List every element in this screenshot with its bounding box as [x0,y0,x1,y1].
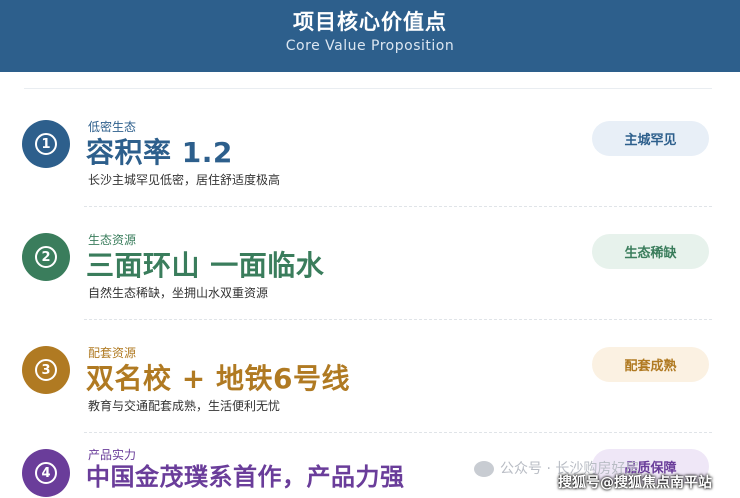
watermark-source: 搜狐号@搜狐焦点南平站 [558,475,712,491]
item-title: 双名校 + 地铁6号线 [86,362,350,395]
item-title: 中国金茂璞系首作，产品力强 [86,463,405,491]
wechat-icon [474,461,494,477]
item-description: 长沙主城罕见低密，居住舒适度极高 [88,173,281,187]
item-title: 容积率 1.2 [86,136,233,169]
status-pill: 主城罕见 [592,121,709,156]
value-item-3: 3 配套资源 双名校 + 地铁6号线 教育与交通配套成熟，生活便利无忧 配套成熟 [0,322,740,435]
value-item-1: 1 低密生态 容积率 1.2 长沙主城罕见低密，居住舒适度极高 主城罕见 [0,96,740,209]
item-description: 教育与交通配套成熟，生活便利无忧 [88,399,281,413]
status-pill: 生态稀缺 [592,234,709,269]
page-subtitle: Core Value Proposition [285,38,455,54]
divider [84,206,712,207]
number-badge-1: 1 [22,120,70,168]
item-description: 自然生态稀缺，坐拥山水双重资源 [88,286,269,300]
page-title: 项目核心价值点 [293,10,447,34]
status-pill: 配套成熟 [592,347,709,382]
value-item-2: 2 生态资源 三面环山 一面临水 自然生态稀缺，坐拥山水双重资源 生态稀缺 [0,209,740,322]
number-badge-4: 4 [22,449,70,497]
number-badge-2: 2 [22,233,70,281]
page-header: 项目核心价值点 Core Value Proposition [0,0,740,72]
item-title: 三面环山 一面临水 [86,249,325,282]
divider [84,432,712,433]
divider [84,319,712,320]
divider [24,88,712,89]
number-badge-3: 3 [22,346,70,394]
